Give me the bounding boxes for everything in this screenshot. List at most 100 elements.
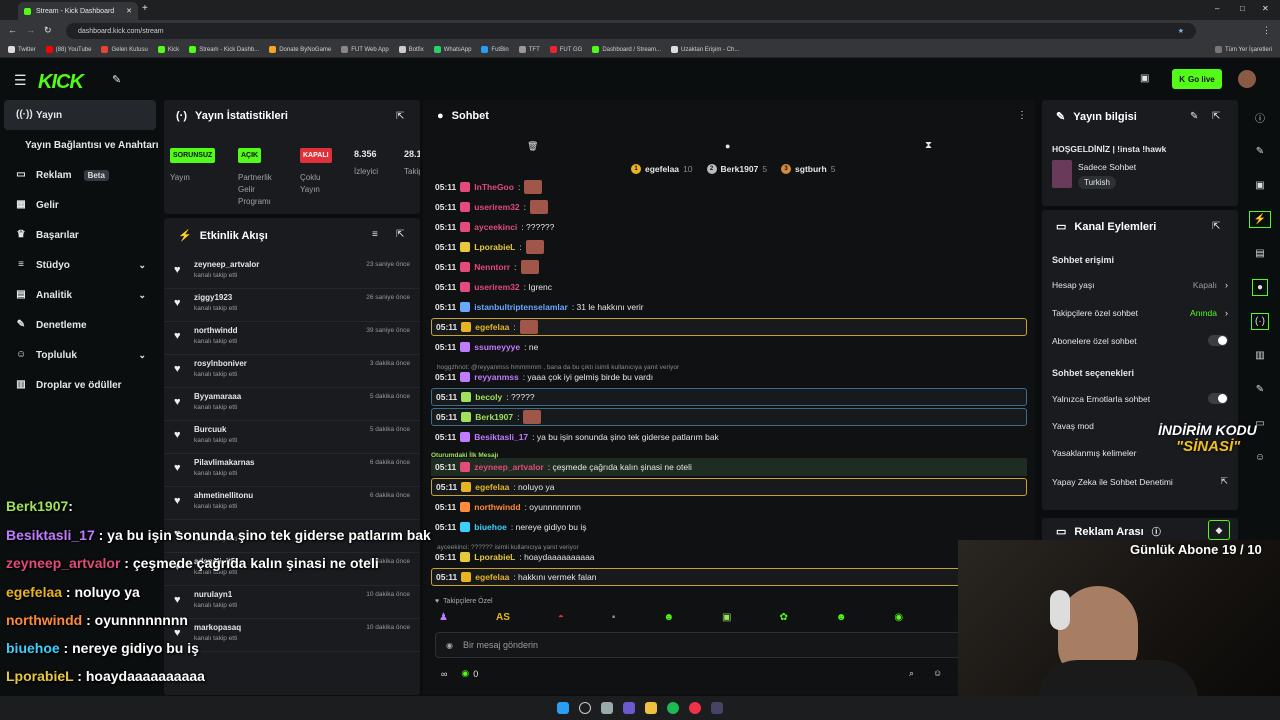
windows-start-icon[interactable]	[557, 702, 569, 714]
sidebar-item-gelir[interactable]: ▦ Gelir	[0, 190, 160, 220]
spotify-icon[interactable]	[667, 702, 679, 714]
message-username[interactable]: ssumeyyye	[474, 342, 520, 352]
ad-break-button[interactable]: ◆	[1208, 520, 1230, 540]
maximize-icon[interactable]: □	[1240, 4, 1245, 13]
bookmark[interactable]: Botfix	[398, 46, 424, 53]
message-username[interactable]: userirem32	[474, 202, 519, 212]
url-input[interactable]: dashboard.kick.com/stream ★	[66, 23, 1196, 39]
sidebar-item-basarilar[interactable]: ♛ Başarılar	[0, 220, 160, 250]
expand-icon[interactable]: ⇱	[396, 111, 404, 122]
chat-message[interactable]: 05:11 Berk1907:	[431, 408, 1027, 426]
list-item[interactable]: ♥ markopasaq kanalı takip etti 10 dakika ön…	[164, 619, 420, 652]
clipboard-icon[interactable]: ▤	[1240, 236, 1280, 270]
sidebar-item-analitik[interactable]: ▤ Analitik ⌄	[0, 280, 160, 310]
all-bookmarks[interactable]: Tüm Yer İşaretleri	[1214, 46, 1272, 53]
people-icon[interactable]: ☺	[1240, 440, 1280, 474]
category-name[interactable]: Sadece Sohbet	[1078, 162, 1136, 172]
info-icon[interactable]: ⓘ	[1152, 525, 1161, 538]
expand-icon[interactable]: ⇱	[1212, 111, 1220, 122]
bookmark[interactable]: Kick	[157, 46, 179, 53]
message-username[interactable]: InTheGoo	[474, 182, 514, 192]
emote-only-toggle[interactable]	[1208, 393, 1228, 404]
emote-icon[interactable]: ◓	[558, 612, 564, 623]
bookmark[interactable]: (88) YouTube	[45, 46, 91, 53]
pencil-icon[interactable]: ✎	[1240, 134, 1280, 168]
bookmark[interactable]: Donate ByNoGame	[269, 46, 331, 53]
chat-message[interactable]: 05:11 Nenntorr:	[431, 258, 1027, 276]
emote-icon[interactable]: ◉	[894, 612, 903, 623]
wrench-icon[interactable]: ✎	[1240, 372, 1280, 406]
sidebar-item-stream-key[interactable]: Yayın Bağlantısı ve Anahtarı	[0, 130, 160, 160]
message-username[interactable]: Nenntorr	[474, 262, 510, 272]
bookmark[interactable]: Stream - Kick Dashb...	[189, 46, 259, 53]
menu-dots-icon[interactable]: ⋮	[1262, 25, 1271, 36]
kick-logo[interactable]: KICK	[38, 71, 84, 94]
message-username[interactable]: biuehoe	[474, 522, 507, 532]
hamburger-menu-icon[interactable]: ☰	[14, 72, 27, 89]
server-icon[interactable]: ▥	[1240, 338, 1280, 372]
chrome-icon[interactable]	[689, 702, 701, 714]
emote-icon[interactable]: ♟	[439, 612, 448, 623]
filter-icon[interactable]: ≡	[372, 229, 378, 240]
list-item[interactable]: ♥ Byyamaraaa kanalı takip etti 5 dakika önc…	[164, 388, 420, 421]
emote-icon[interactable]: ▣	[722, 612, 731, 623]
bookmark-star-icon[interactable]: ★	[1178, 27, 1184, 35]
message-username[interactable]: ayceekinci	[474, 222, 517, 232]
emote-icon[interactable]: AS	[496, 612, 510, 623]
chat-message[interactable]: 05:11 egefelaa: noluyo ya	[431, 478, 1027, 496]
emote-icon[interactable]: ✿	[779, 612, 787, 623]
bookmark[interactable]: FUT GG	[549, 46, 582, 53]
bookmark[interactable]: WhatsApp	[433, 46, 471, 53]
screen-icon[interactable]: ▣	[1240, 168, 1280, 202]
chat-message[interactable]: 05:11 becoly: ?????	[431, 388, 1027, 406]
avatar[interactable]	[1238, 70, 1256, 88]
sidebar-item-droplar[interactable]: ▥ Droplar ve ödüller	[0, 370, 160, 400]
bookmark[interactable]: Dashboard / Stream...	[592, 46, 661, 53]
bookmark[interactable]: Twitter	[8, 46, 36, 53]
bookmark[interactable]: FutBin	[481, 46, 509, 53]
chat-message[interactable]: 05:11 zeyneep_artvalor: çeşmede çağrıda k…	[431, 458, 1027, 476]
message-username[interactable]: zeyneep_artvalor	[474, 462, 543, 472]
broadcast-icon[interactable]: (·)	[1240, 304, 1280, 338]
emote-icon[interactable]: ☻	[663, 612, 674, 623]
followers-chat-setting[interactable]: Takipçilere özel sohbet Anında ›	[1052, 308, 1228, 318]
edit-icon[interactable]: ✎	[1190, 111, 1198, 122]
sidebar-item-yayin[interactable]: ((·)) Yayın	[4, 100, 156, 130]
account-age-setting[interactable]: Hesap yaşı Kapalı ›	[1052, 280, 1228, 290]
chat-message[interactable]: 05:11 northwindd: oyunnnnnnnn	[431, 498, 1027, 516]
chat-message[interactable]: 05:11 ayceekinci: ??????	[431, 218, 1027, 236]
chat-message[interactable]: 05:11 LporabieL:	[431, 238, 1027, 256]
users-icon[interactable]: ∞	[441, 669, 447, 679]
minimize-icon[interactable]: –	[1215, 4, 1219, 13]
list-item[interactable]: ♥ ahmetinellitonu kanalı takip etti 6 dakik…	[164, 487, 420, 520]
message-username[interactable]: egefelaa	[475, 322, 509, 332]
list-item[interactable]: ♥ Pilavlimakarnas kanalı takip etti 6 dakik…	[164, 454, 420, 487]
message-username[interactable]: LporabieL	[474, 242, 515, 252]
emoji-icon[interactable]: ☺	[933, 668, 942, 678]
chat-message[interactable]: 05:11 Besiktasli_17: ya bu işin sonunda ş…	[431, 428, 1027, 446]
chat-message[interactable]: 05:11 InTheGoo:	[431, 178, 1027, 196]
list-item[interactable]: ♥ northwindd kanalı takip etti 39 saniye ön…	[164, 322, 420, 355]
chat-message[interactable]: 05:11 ssumeyyye: ne	[431, 338, 1027, 356]
forward-icon[interactable]: →	[26, 25, 35, 35]
settings-icon[interactable]	[601, 702, 613, 714]
chat-bubble-icon[interactable]: ●	[1240, 270, 1280, 304]
bookmark[interactable]: Uzaktan Erişim - Ch...	[671, 46, 739, 53]
message-username[interactable]: Besiktasli_17	[474, 432, 528, 442]
sidebar-item-studyo[interactable]: ≡ Stüdyo ⌄	[0, 250, 160, 280]
search-icon[interactable]: ⌕	[909, 668, 914, 679]
expand-icon[interactable]: ⇱	[1212, 221, 1220, 232]
window-close-icon[interactable]: ✕	[1262, 4, 1269, 13]
sidebar-item-denetleme[interactable]: ✎ Denetleme	[0, 310, 160, 340]
bookmark[interactable]: Gelen Kutusu	[101, 46, 148, 53]
subs-chat-toggle[interactable]	[1208, 335, 1228, 346]
emote-icon[interactable]: ☻	[836, 612, 847, 623]
list-item[interactable]: ♥ nurulayn1 kanalı takip etti 10 dakika önc…	[164, 586, 420, 619]
message-username[interactable]: Berk1907	[475, 412, 513, 422]
new-tab-icon[interactable]: +	[142, 3, 148, 14]
chat-message[interactable]: 05:11 istanbultriptenselamlar: 31 le hakk…	[431, 298, 1027, 316]
sidebar-item-reklam[interactable]: ▭ Reklam Beta	[0, 160, 160, 190]
pin-icon[interactable]: ✎	[112, 73, 121, 86]
lightning-icon[interactable]: ⚡	[1240, 202, 1280, 236]
expand-icon[interactable]: ⇱	[396, 229, 404, 240]
